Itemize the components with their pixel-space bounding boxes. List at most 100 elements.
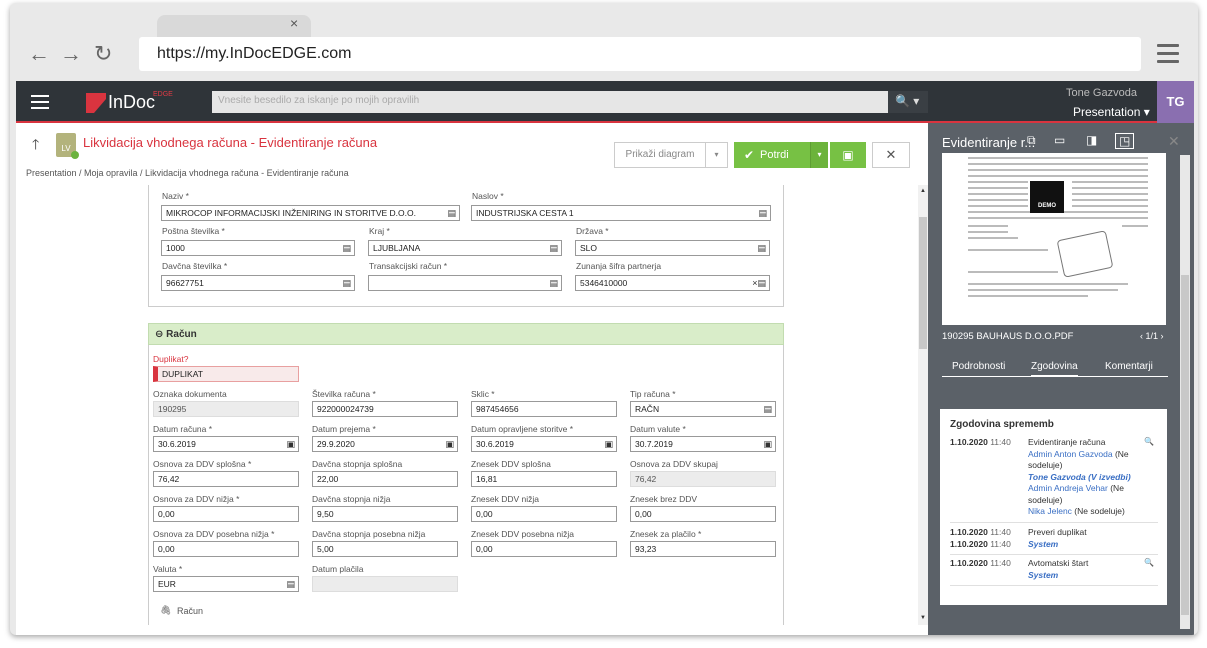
user-link[interactable]: Nika Jelenc — [1028, 506, 1072, 516]
stopnja-spl-label: Davčna stopnja splošna — [312, 459, 403, 469]
user-link[interactable]: Admin Anton Gazvoda — [1028, 449, 1113, 459]
drzava-label: Država * — [576, 226, 609, 236]
zunanja-field[interactable]: 5346410000 ×▤ — [575, 275, 770, 291]
oznaka-field: 190295 — [153, 401, 299, 417]
calendar-icon: ▣ — [445, 439, 454, 449]
confirm-dropdown-button[interactable]: ▾ — [810, 142, 828, 168]
card-icon: ▤ — [447, 208, 456, 218]
sklic-field[interactable]: 987454656 — [471, 401, 617, 417]
diagram-dropdown-button[interactable]: ▾ — [706, 142, 728, 168]
duplikat-field[interactable]: DUPLIKAT — [153, 366, 299, 382]
tab-komentarji[interactable]: Komentarji — [1105, 361, 1153, 372]
user-link[interactable]: Tone Gazvoda (V izvedbi) — [1028, 472, 1152, 484]
drzava-field[interactable]: SLO ▤ — [575, 240, 770, 256]
valuta-field[interactable]: EUR ▤ — [153, 576, 299, 592]
pdf-preview[interactable]: DEMO — [942, 153, 1166, 325]
close-tab-icon[interactable]: × — [290, 15, 298, 31]
datum-racuna-field[interactable]: 30.6.2019 ▣ — [153, 436, 299, 452]
stopnja-spl-field[interactable]: 22,00 — [312, 471, 458, 487]
posta-field[interactable]: 1000 ▤ — [161, 240, 355, 256]
tab-zgodovina[interactable]: Zgodovina — [1031, 361, 1078, 377]
osnova-spl-field[interactable]: 76,42 — [153, 471, 299, 487]
datum-storitve-label: Datum opravljene storitve * — [471, 424, 574, 434]
search-icon[interactable]: 🔍 — [1144, 437, 1154, 446]
popout-icon[interactable]: ⧉ — [1027, 133, 1036, 148]
save-button[interactable]: ▣ — [830, 142, 866, 168]
browser-tab[interactable] — [157, 15, 311, 37]
search-icon[interactable]: 🔍 — [1144, 558, 1154, 567]
sklic-label: Sklic * — [471, 389, 495, 399]
layout-split-icon[interactable]: ◨ — [1086, 133, 1097, 147]
brez-ddv-field[interactable]: 0,00 — [630, 506, 776, 522]
clear-card-icon: ×▤ — [752, 278, 766, 288]
back-icon[interactable]: 🡑 — [32, 134, 39, 158]
datum-storitve-field[interactable]: 30.6.2019 ▣ — [471, 436, 617, 452]
znesek-spl-field[interactable]: 16,81 — [471, 471, 617, 487]
stopnja-niz-field[interactable]: 9,50 — [312, 506, 458, 522]
placilo-label: Znesek za plačilo * — [630, 529, 702, 539]
znesek-pos-label: Znesek DDV posebna nižja — [471, 529, 575, 539]
datum-placila-label: Datum plačila — [312, 564, 364, 574]
card-icon: ▤ — [342, 278, 351, 288]
card-icon: ▤ — [549, 243, 558, 253]
osnova-pos-label: Osnova za DDV posebna nižja * — [153, 529, 275, 539]
placilo-field[interactable]: 93,23 — [630, 541, 776, 557]
avatar[interactable]: TG — [1157, 81, 1194, 123]
browser-window: × ← → ↻ https://my.InDocEDGE.com InDoc E… — [10, 3, 1198, 635]
datum-racuna-label: Datum računa * — [153, 424, 213, 434]
card-icon: ▤ — [763, 404, 772, 414]
racun-section-header[interactable]: ⊖ Račun — [148, 323, 784, 345]
naslov-field[interactable]: INDUSTRIJSKA CESTA 1 ▤ — [471, 205, 771, 221]
close-button[interactable]: ✕ — [872, 142, 910, 168]
panel-scrollbar[interactable] — [1180, 155, 1190, 629]
stopnja-pos-field[interactable]: 5,00 — [312, 541, 458, 557]
trr-field[interactable]: ▤ — [368, 275, 562, 291]
show-diagram-button[interactable]: Prikaži diagram — [614, 142, 706, 168]
search-button[interactable]: 🔍 ▾ — [888, 91, 928, 113]
layout-corner-icon[interactable]: ◳ — [1115, 133, 1135, 149]
duplikat-label: Duplikat? — [153, 354, 189, 364]
davcna-field[interactable]: 96627751 ▤ — [161, 275, 355, 291]
breadcrumb[interactable]: Presentation / Moja opravila / Likvidaci… — [26, 168, 349, 178]
znesek-pos-field[interactable]: 0,00 — [471, 541, 617, 557]
stopnja-niz-label: Davčna stopnja nižja — [312, 494, 391, 504]
zunanja-label: Zunanja šifra partnerja — [576, 261, 662, 271]
stevilka-label: Številka računa * — [312, 389, 376, 399]
page-navigator[interactable]: ‹ 1/1 › — [1140, 331, 1164, 341]
url-bar[interactable]: https://my.InDocEDGE.com — [139, 37, 1141, 71]
osnova-pos-field[interactable]: 0,00 — [153, 541, 299, 557]
close-panel-icon[interactable]: ✕ — [1168, 133, 1180, 150]
naslov-label: Naslov * — [472, 191, 504, 201]
tip-field[interactable]: RAČN ▤ — [630, 401, 776, 417]
znesek-spl-label: Znesek DDV splošna — [471, 459, 551, 469]
forward-arrow-icon[interactable]: → — [60, 42, 82, 66]
back-arrow-icon[interactable]: ← — [28, 42, 50, 66]
browser-menu-icon[interactable] — [1157, 44, 1179, 68]
trr-label: Transakcijski račun * — [369, 261, 448, 271]
datum-prejema-label: Datum prejema * — [312, 424, 376, 434]
app-menu-icon[interactable] — [31, 95, 49, 113]
file-name: 190295 BAUHAUS D.O.O.PDF — [942, 331, 1074, 342]
calendar-icon: ▣ — [604, 439, 613, 449]
history-box: Zgodovina sprememb 1.10.2020 11:40 Evide… — [940, 409, 1167, 605]
form-scrollbar[interactable]: ▲ ▼ — [918, 185, 928, 625]
datum-prejema-field[interactable]: 29.9.2020 ▣ — [312, 436, 458, 452]
znesek-niz-label: Znesek DDV nižja — [471, 494, 540, 504]
role-dropdown[interactable]: Presentation ▾ — [1073, 105, 1150, 119]
osnova-spl-label: Osnova za DDV splošna * — [153, 459, 252, 469]
form-area: Naziv * MIKROCOP INFORMACIJSKI INŽENIRIN… — [16, 185, 928, 625]
confirm-button[interactable]: ✔ Potrdi — [734, 142, 810, 168]
znesek-niz-field[interactable]: 0,00 — [471, 506, 617, 522]
logo-text: InDoc — [108, 92, 156, 112]
datum-valute-field[interactable]: 30.7.2019 ▣ — [630, 436, 776, 452]
panel-title: Evidentiranje r... — [942, 135, 1036, 150]
reload-icon[interactable]: ↻ — [94, 42, 112, 66]
osnova-niz-field[interactable]: 0,00 — [153, 506, 299, 522]
user-link[interactable]: Admin Andreja Vehar — [1028, 483, 1108, 493]
naziv-field[interactable]: MIKROCOP INFORMACIJSKI INŽENIRING IN STO… — [161, 205, 460, 221]
kraj-field[interactable]: LJUBLJANA ▤ — [368, 240, 562, 256]
tab-podrobnosti[interactable]: Podrobnosti — [952, 361, 1005, 372]
layout-full-icon[interactable]: ▭ — [1054, 133, 1065, 147]
search-input[interactable]: Vnesite besedilo za iskanje po mojih opr… — [212, 91, 888, 113]
stevilka-field[interactable]: 922000024739 — [312, 401, 458, 417]
